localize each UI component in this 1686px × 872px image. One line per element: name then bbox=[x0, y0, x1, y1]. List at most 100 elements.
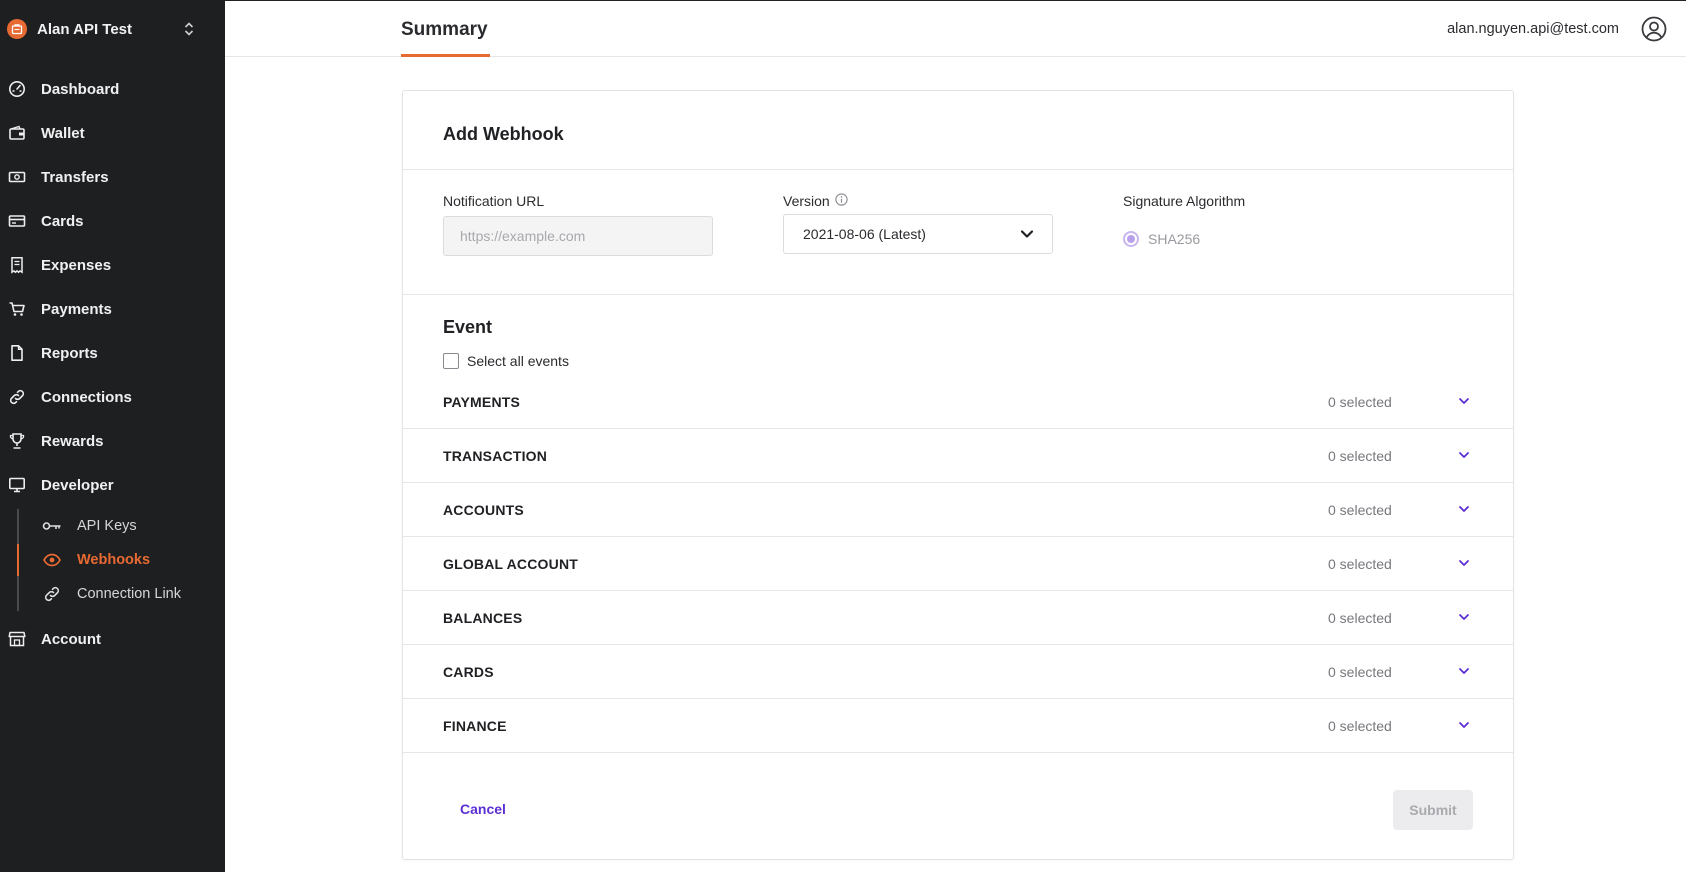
event-group-name: GLOBAL ACCOUNT bbox=[443, 556, 579, 572]
sidebar-subitem-label: API Keys bbox=[77, 518, 137, 534]
row-divider bbox=[403, 752, 1513, 753]
event-group-name: ACCOUNTS bbox=[443, 502, 524, 518]
sha256-radio-label: SHA256 bbox=[1148, 231, 1201, 247]
info-icon[interactable] bbox=[835, 193, 848, 206]
sidebar-item-wallet[interactable]: Wallet bbox=[0, 115, 225, 151]
dashboard-gauge-icon bbox=[8, 80, 26, 98]
notification-url-input[interactable] bbox=[443, 216, 713, 256]
sidebar-item-label: Rewards bbox=[41, 432, 104, 450]
link-icon bbox=[42, 586, 62, 602]
event-group-name: PAYMENTS bbox=[443, 394, 521, 410]
store-icon bbox=[8, 630, 26, 648]
sidebar-item-label: Developer bbox=[41, 476, 114, 494]
select-all-label: Select all events bbox=[467, 353, 569, 369]
card-title: Add Webhook bbox=[443, 124, 564, 144]
version-select[interactable]: 2021-08-06 (Latest) bbox=[783, 214, 1053, 254]
sidebar-item-transfers[interactable]: Transfers bbox=[0, 159, 225, 195]
sidebar-item-label: Cards bbox=[41, 212, 84, 230]
chevron-up-down-icon bbox=[184, 22, 194, 36]
sidebar-item-payments[interactable]: Payments bbox=[0, 291, 225, 327]
notification-url-label: Notification URL bbox=[443, 193, 545, 209]
sidebar-item-reports[interactable]: Reports bbox=[0, 335, 225, 371]
card-icon bbox=[8, 212, 26, 230]
cart-icon bbox=[8, 300, 26, 318]
chevron-down-icon[interactable] bbox=[1458, 612, 1470, 622]
sha256-radio-option[interactable]: SHA256 bbox=[1123, 231, 1200, 247]
sidebar-subitem-api-keys[interactable]: API Keys bbox=[42, 511, 222, 541]
event-group-accounts[interactable]: ACCOUNTS 0 selected bbox=[403, 483, 1513, 537]
event-group-name: TRANSACTION bbox=[443, 448, 548, 464]
sidebar-subitem-connection-link[interactable]: Connection Link bbox=[42, 579, 222, 609]
cancel-button[interactable]: Cancel bbox=[445, 789, 521, 829]
wallet-icon bbox=[8, 124, 26, 142]
key-icon bbox=[42, 518, 62, 534]
event-group-name: FINANCE bbox=[443, 718, 507, 734]
top-bar: Summary alan.nguyen.api@test.com bbox=[225, 0, 1686, 57]
link-icon bbox=[8, 388, 26, 406]
event-group-count: 0 selected bbox=[1328, 394, 1392, 410]
sidebar-item-label: Dashboard bbox=[41, 80, 120, 98]
divider bbox=[403, 169, 1513, 170]
chevron-down-icon[interactable] bbox=[1458, 396, 1470, 406]
select-all-checkbox[interactable] bbox=[443, 353, 459, 369]
tab-summary[interactable]: Summary bbox=[401, 19, 488, 41]
sidebar-item-developer[interactable]: Developer bbox=[0, 467, 225, 503]
sha256-radio[interactable] bbox=[1123, 231, 1139, 247]
sidebar-item-expenses[interactable]: Expenses bbox=[0, 247, 225, 283]
radio-selected-dot bbox=[1127, 235, 1135, 243]
event-section-title: Event bbox=[443, 317, 493, 337]
event-group-name: BALANCES bbox=[443, 610, 523, 626]
chevron-down-icon[interactable] bbox=[1458, 558, 1470, 568]
event-group-count: 0 selected bbox=[1328, 664, 1392, 680]
trophy-icon bbox=[8, 432, 26, 450]
event-group-payments[interactable]: PAYMENTS 0 selected bbox=[403, 375, 1513, 429]
sidebar-subitem-webhooks[interactable]: Webhooks bbox=[42, 545, 222, 575]
chevron-down-icon[interactable] bbox=[1458, 720, 1470, 730]
sidebar-item-account[interactable]: Account bbox=[0, 621, 225, 657]
sidebar: Alan API Test Dashboard Wallet Transfers… bbox=[0, 0, 225, 872]
select-all-events[interactable]: Select all events bbox=[443, 353, 569, 369]
sidebar-item-label: Expenses bbox=[41, 256, 112, 274]
sidebar-item-label: Payments bbox=[41, 300, 112, 318]
version-selected-value: 2021-08-06 (Latest) bbox=[803, 226, 926, 242]
org-switcher[interactable]: Alan API Test bbox=[0, 0, 225, 58]
event-group-balances[interactable]: BALANCES 0 selected bbox=[403, 591, 1513, 645]
transfers-money-icon bbox=[8, 168, 26, 186]
org-name: Alan API Test bbox=[37, 20, 133, 38]
sidebar-item-label: Transfers bbox=[41, 168, 109, 186]
eye-icon bbox=[42, 552, 62, 568]
org-logo-icon bbox=[7, 19, 27, 39]
sidebar-subitem-label: Connection Link bbox=[77, 586, 181, 602]
event-group-name: CARDS bbox=[443, 664, 494, 680]
event-group-finance[interactable]: FINANCE 0 selected bbox=[403, 699, 1513, 753]
user-email: alan.nguyen.api@test.com bbox=[1447, 21, 1619, 37]
chevron-down-icon[interactable] bbox=[1458, 450, 1470, 460]
event-group-global-account[interactable]: GLOBAL ACCOUNT 0 selected bbox=[403, 537, 1513, 591]
chevron-down-icon[interactable] bbox=[1458, 504, 1470, 514]
chevron-down-icon bbox=[1020, 230, 1034, 238]
event-group-cards[interactable]: CARDS 0 selected bbox=[403, 645, 1513, 699]
event-group-count: 0 selected bbox=[1328, 502, 1392, 518]
event-group-count: 0 selected bbox=[1328, 718, 1392, 734]
event-group-transaction[interactable]: TRANSACTION 0 selected bbox=[403, 429, 1513, 483]
submenu-active-indicator bbox=[17, 544, 19, 576]
sidebar-item-label: Reports bbox=[41, 344, 98, 362]
chevron-down-icon[interactable] bbox=[1458, 666, 1470, 676]
event-group-count: 0 selected bbox=[1328, 610, 1392, 626]
divider bbox=[403, 294, 1513, 295]
sidebar-item-cards[interactable]: Cards bbox=[0, 203, 225, 239]
signature-algorithm-label: Signature Algorithm bbox=[1123, 193, 1246, 209]
version-label: Version bbox=[783, 193, 830, 209]
receipt-icon bbox=[8, 256, 26, 274]
submit-button[interactable]: Submit bbox=[1393, 790, 1473, 830]
monitor-icon bbox=[8, 476, 26, 494]
sidebar-item-label: Account bbox=[41, 630, 101, 648]
add-webhook-card: Add Webhook Notification URL Version 202… bbox=[402, 90, 1514, 860]
event-group-count: 0 selected bbox=[1328, 448, 1392, 464]
sidebar-item-label: Wallet bbox=[41, 124, 85, 142]
document-icon bbox=[8, 344, 26, 362]
sidebar-item-connections[interactable]: Connections bbox=[0, 379, 225, 415]
sidebar-item-dashboard[interactable]: Dashboard bbox=[0, 71, 225, 107]
user-avatar-icon[interactable] bbox=[1641, 16, 1667, 42]
sidebar-item-rewards[interactable]: Rewards bbox=[0, 423, 225, 459]
